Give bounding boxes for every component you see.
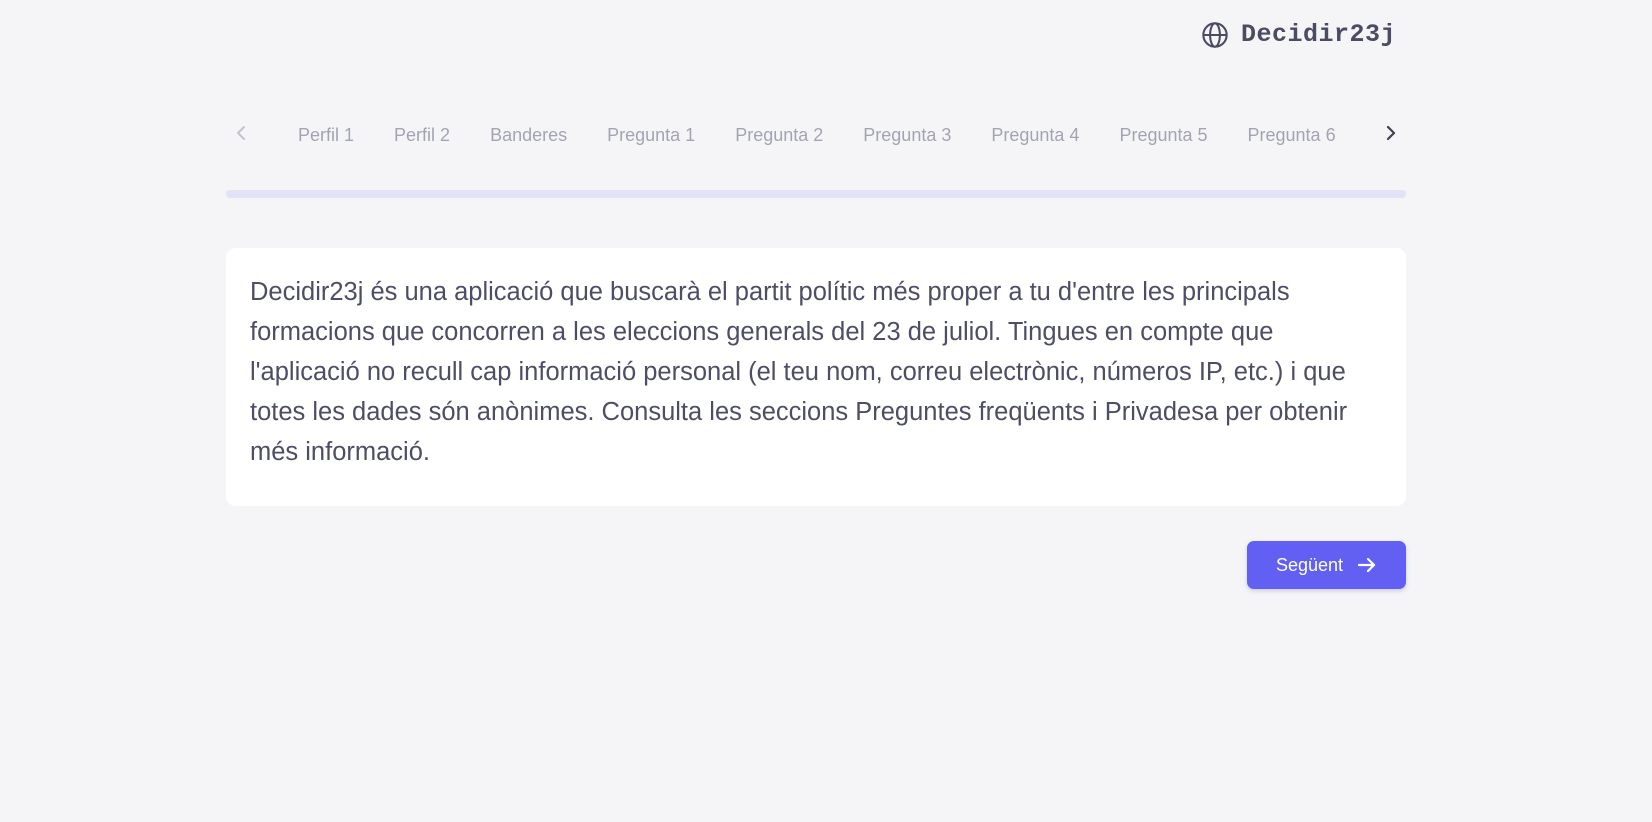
progress-bar	[226, 190, 1406, 198]
step-tab-perfil-2[interactable]: Perfil 2	[394, 110, 450, 160]
brand[interactable]: Decidir23j	[1201, 20, 1396, 49]
next-button[interactable]: Següent	[1247, 541, 1406, 589]
steps-next-button[interactable]	[1374, 110, 1406, 160]
chevron-left-icon	[235, 124, 249, 147]
intro-card: Decidir23j és una aplicació que buscarà …	[226, 248, 1406, 506]
step-tab-pregunta-1[interactable]: Pregunta 1	[607, 110, 695, 160]
steps-track: Perfil 1 Perfil 2 Banderes Pregunta 1 Pregun…	[268, 110, 1370, 160]
globe-icon	[1201, 21, 1229, 49]
chevron-right-icon	[1383, 124, 1397, 147]
step-tab-pregunta-2[interactable]: Pregunta 2	[735, 110, 823, 160]
step-tab-pregunta-4[interactable]: Pregunta 4	[991, 110, 1079, 160]
step-navigation: Perfil 1 Perfil 2 Banderes Pregunta 1 Pregun…	[226, 110, 1406, 160]
step-tab-perfil-1[interactable]: Perfil 1	[298, 110, 354, 160]
next-button-label: Següent	[1275, 554, 1344, 575]
page: Decidir23j Perfil 1 Perfil 2 Banderes Pregu…	[0, 0, 1652, 822]
step-tab-pregunta-6[interactable]: Pregunta 6	[1248, 110, 1336, 160]
arrow-right-icon	[1357, 556, 1377, 574]
brand-name: Decidir23j	[1241, 20, 1397, 49]
intro-text: Decidir23j és una aplicació que buscarà …	[250, 278, 1348, 466]
step-tab-pregunta-3[interactable]: Pregunta 3	[863, 110, 951, 160]
steps-prev-button[interactable]	[226, 110, 258, 160]
step-tab-banderes[interactable]: Banderes	[490, 110, 567, 160]
step-tab-pregunta-5[interactable]: Pregunta 5	[1119, 110, 1207, 160]
